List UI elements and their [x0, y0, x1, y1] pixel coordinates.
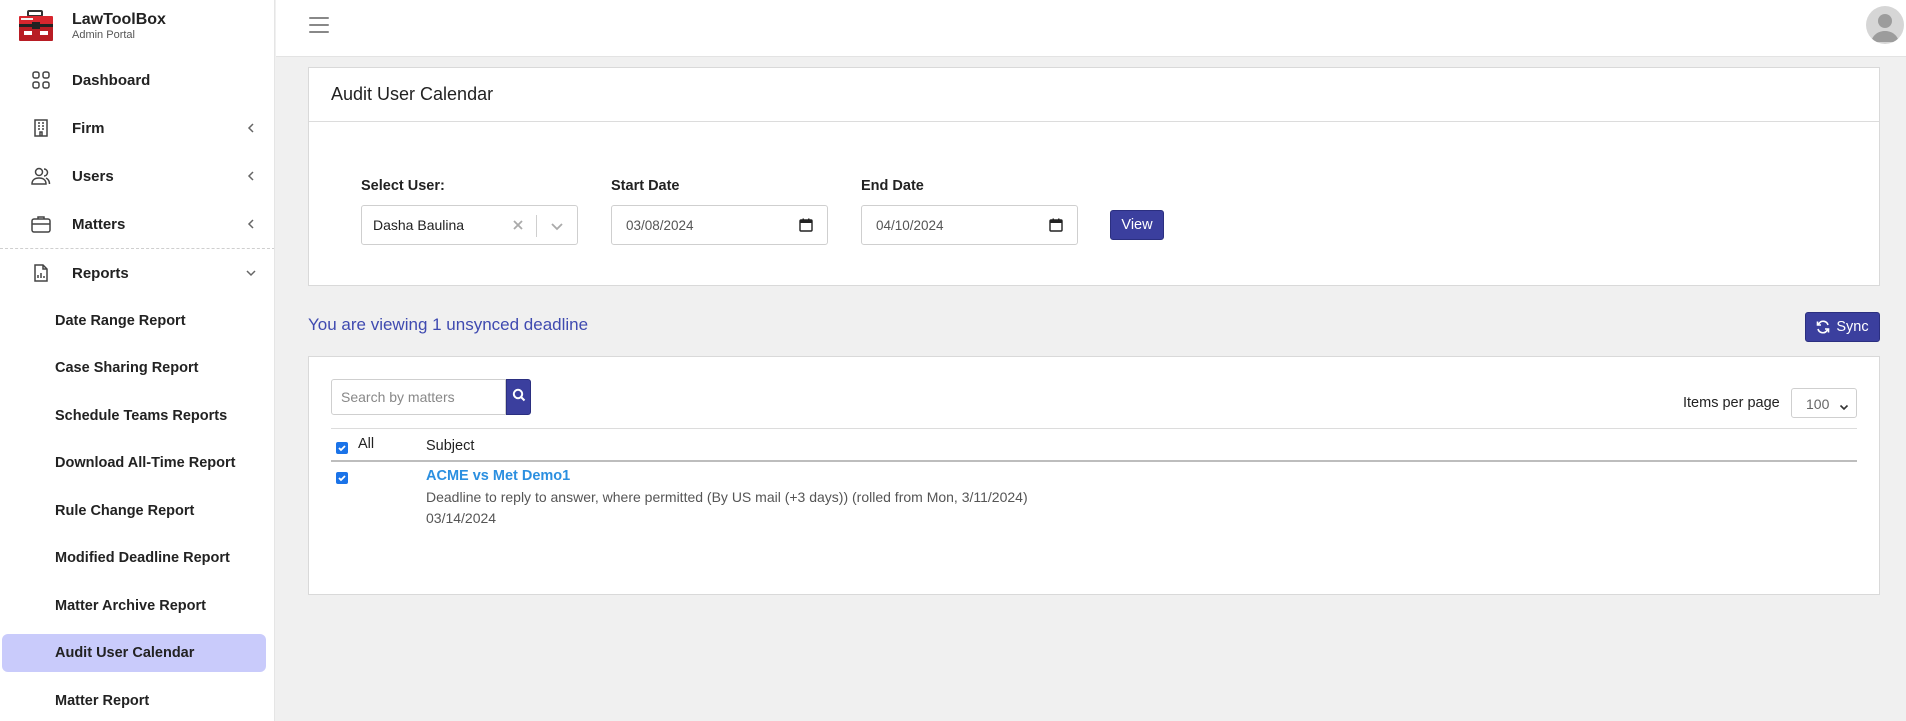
column-header-all: All — [358, 436, 375, 452]
matter-link[interactable]: ACME vs Met Demo1 — [426, 468, 570, 484]
sidebar-item-label: Dashboard — [72, 71, 151, 89]
sidebar-item-matter-report[interactable]: Matter Report — [0, 677, 274, 721]
sidebar-item-label: Case Sharing Report — [55, 360, 199, 377]
audit-filter-card: Audit User Calendar Select User: Dasha B… — [308, 67, 1880, 286]
sidebar-item-label: Reports — [72, 264, 129, 282]
end-date-value: 04/10/2024 — [876, 218, 944, 233]
building-icon — [31, 118, 51, 138]
results-card: Items per page 100 All Subject ACME vs M… — [308, 356, 1880, 595]
view-button[interactable]: View — [1110, 210, 1164, 240]
start-date-value: 03/08/2024 — [626, 218, 694, 233]
sidebar-item-matter-archive-report[interactable]: Matter Archive Report — [0, 582, 274, 630]
select-all-checkbox[interactable] — [336, 442, 348, 454]
start-date-input[interactable]: 03/08/2024 — [611, 205, 828, 245]
calendar-icon[interactable] — [799, 218, 813, 232]
sidebar-item-label: Download All-Time Report — [55, 455, 236, 472]
unsynced-summary: You are viewing 1 unsynced deadline — [308, 315, 589, 334]
card-header: Audit User Calendar — [309, 68, 1879, 122]
sidebar-item-label: Schedule Teams Reports — [55, 407, 228, 424]
sync-label: Sync — [1836, 319, 1869, 335]
sync-button[interactable]: Sync — [1805, 312, 1880, 342]
avatar[interactable] — [1866, 6, 1904, 44]
sidebar-item-download-all-time-report[interactable]: Download All-Time Report — [0, 440, 274, 488]
clear-icon[interactable] — [510, 217, 526, 233]
chevron-left-icon — [245, 218, 257, 230]
chevron-down-icon — [245, 267, 257, 279]
top-bar — [276, 0, 1906, 57]
chevron-left-icon — [245, 170, 257, 182]
sidebar-item-firm[interactable]: Firm — [0, 104, 274, 152]
deadline-description: Deadline to reply to answer, where permi… — [426, 489, 1028, 505]
brand-subtitle: Admin Portal — [72, 29, 135, 41]
sidebar-item-matters[interactable]: Matters — [0, 200, 274, 248]
sidebar-item-label: Audit User Calendar — [55, 645, 195, 662]
chevron-left-icon — [245, 122, 257, 134]
sidebar-item-modified-deadline-report[interactable]: Modified Deadline Report — [0, 535, 274, 583]
user-select[interactable]: Dasha Baulina — [361, 205, 578, 245]
calendar-icon[interactable] — [1049, 218, 1063, 232]
items-per-page-value: 100 — [1806, 396, 1830, 412]
table-row: ACME vs Met Demo1 Deadline to reply to a… — [331, 464, 1857, 534]
sidebar-item-schedule-teams-reports[interactable]: Schedule Teams Reports — [0, 392, 274, 440]
sidebar-item-date-range-report[interactable]: Date Range Report — [0, 297, 274, 345]
sidebar-item-label: Users — [72, 167, 114, 185]
sidebar: LawToolBox Admin Portal Dashboard Firm U… — [0, 0, 275, 721]
start-date-label: Start Date — [611, 178, 680, 194]
end-date-input[interactable]: 04/10/2024 — [861, 205, 1078, 245]
users-icon — [31, 166, 51, 186]
sidebar-item-label: Matter Archive Report — [55, 597, 206, 614]
hamburger-menu-icon[interactable] — [309, 17, 329, 35]
sidebar-item-label: Date Range Report — [55, 312, 186, 329]
chevron-down-icon[interactable] — [549, 218, 565, 234]
sidebar-item-label: Matters — [72, 215, 126, 233]
table-header: All Subject — [331, 428, 1857, 462]
column-header-subject: Subject — [426, 438, 475, 454]
toolbox-logo-icon — [18, 9, 54, 43]
select-divider — [536, 215, 537, 237]
sidebar-item-label: Matter Report — [55, 692, 150, 709]
end-date-label: End Date — [861, 178, 924, 194]
sidebar-item-label: Modified Deadline Report — [55, 550, 230, 567]
sidebar-item-label: Rule Change Report — [55, 502, 195, 519]
grid-icon — [31, 70, 51, 90]
sidebar-item-label: Firm — [72, 119, 105, 137]
sidebar-item-users[interactable]: Users — [0, 152, 274, 200]
sidebar-item-rule-change-report[interactable]: Rule Change Report — [0, 487, 274, 535]
deadline-date: 03/14/2024 — [426, 510, 497, 526]
items-per-page-select[interactable]: 100 — [1791, 388, 1857, 418]
briefcase-icon — [31, 214, 51, 234]
report-icon — [31, 263, 51, 283]
selected-user: Dasha Baulina — [373, 217, 465, 233]
sidebar-item-audit-user-calendar[interactable]: Audit User Calendar — [0, 630, 274, 678]
sync-icon — [1816, 320, 1830, 334]
select-user-label: Select User: — [361, 178, 445, 194]
search-button[interactable] — [506, 379, 531, 415]
row-checkbox[interactable] — [336, 472, 348, 484]
search-icon — [512, 388, 526, 407]
chevron-down-icon — [1839, 399, 1849, 411]
page-title: Audit User Calendar — [331, 84, 494, 104]
sidebar-item-dashboard[interactable]: Dashboard — [0, 56, 274, 104]
brand[interactable]: LawToolBox Admin Portal — [18, 9, 166, 43]
items-per-page-label: Items per page — [1683, 395, 1780, 411]
sidebar-item-case-sharing-report[interactable]: Case Sharing Report — [0, 345, 274, 393]
search-input[interactable] — [331, 379, 506, 415]
brand-name: LawToolBox — [72, 11, 166, 28]
sidebar-item-reports[interactable]: Reports — [0, 249, 274, 297]
sidebar-nav: Dashboard Firm Users Matters Reports Dat… — [0, 56, 274, 721]
